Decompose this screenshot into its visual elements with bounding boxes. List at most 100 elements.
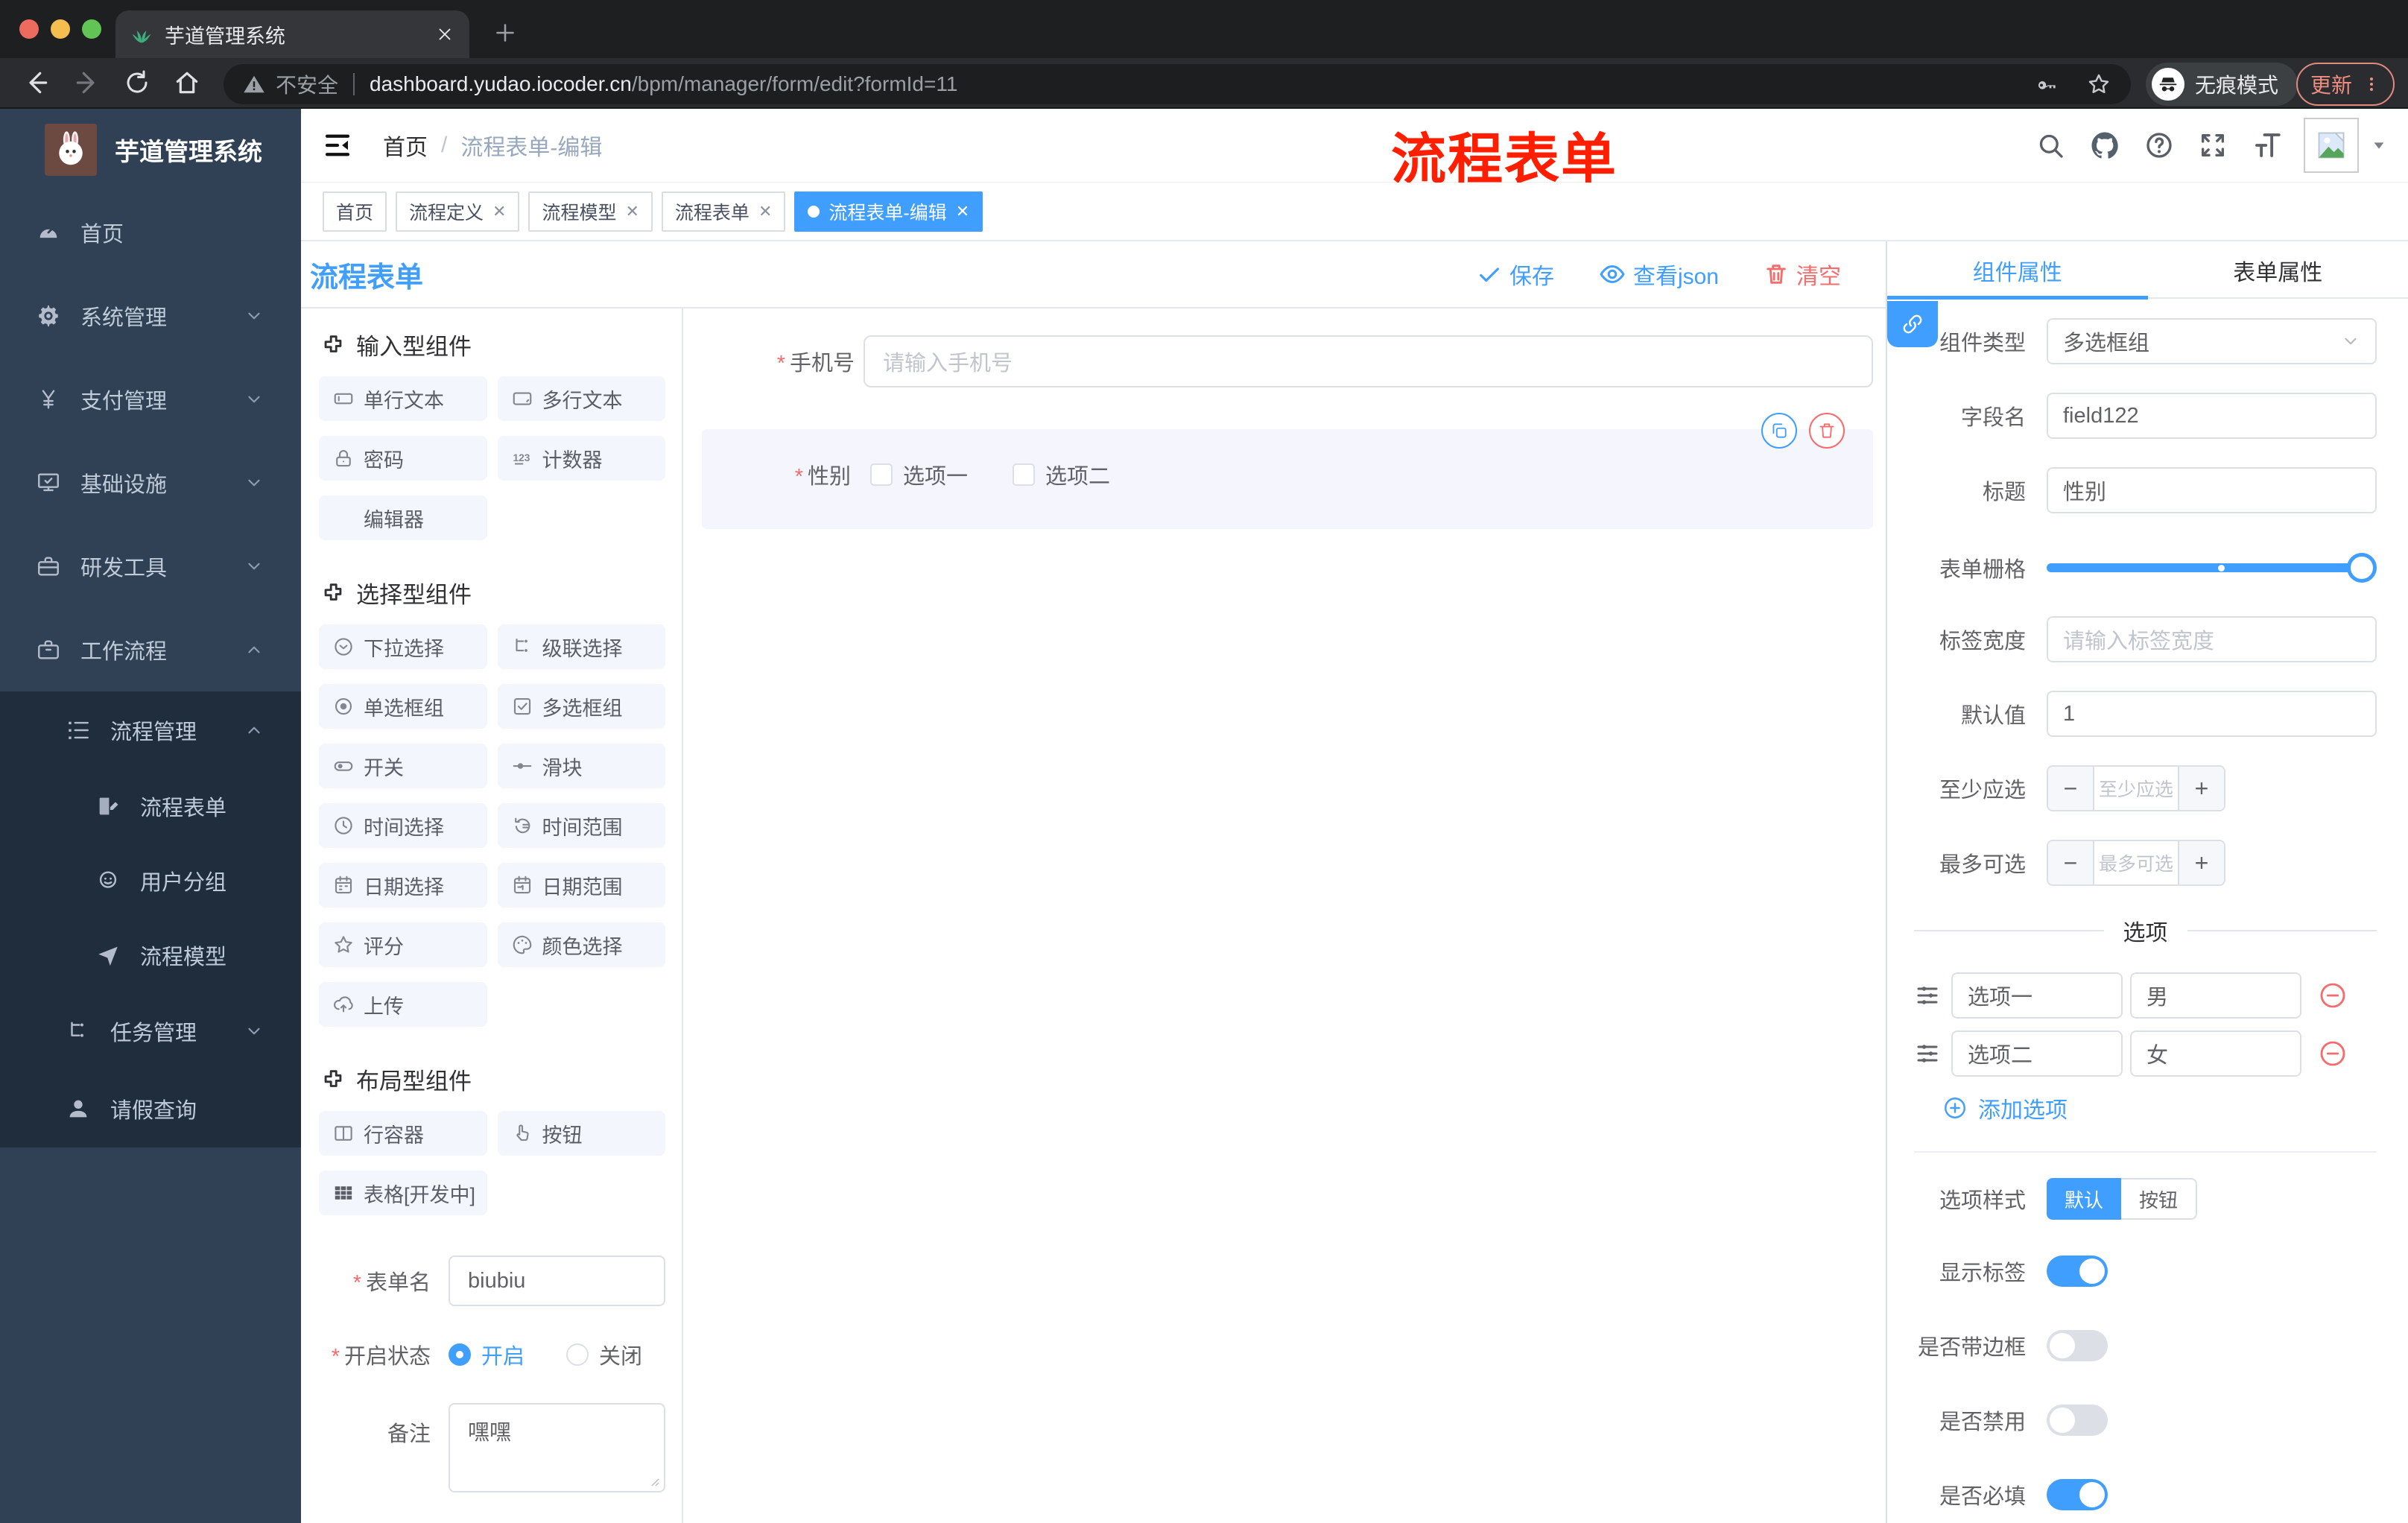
component-chip-select[interactable]: 下拉选择 bbox=[319, 624, 487, 669]
tab-close-icon[interactable] bbox=[435, 25, 454, 44]
sidebar-item-process-model[interactable]: 流程模型 bbox=[0, 918, 301, 992]
sidebar-item-leave-query[interactable]: 请假查询 bbox=[0, 1070, 301, 1147]
component-type-select[interactable]: 多选框组 bbox=[2047, 318, 2377, 364]
sidebar-logo[interactable]: 芋道管理系统 bbox=[0, 109, 301, 191]
drag-handle-icon[interactable] bbox=[1914, 1040, 1941, 1067]
show-label-toggle[interactable] bbox=[2047, 1256, 2108, 1287]
copy-component-button[interactable] bbox=[1761, 413, 1797, 449]
tag-home[interactable]: 首页 bbox=[323, 191, 387, 232]
stepper-plus-button[interactable]: + bbox=[2179, 767, 2224, 810]
delete-component-button[interactable] bbox=[1809, 413, 1845, 449]
sidebar-item-system[interactable]: 系统管理 bbox=[0, 274, 301, 358]
password-key-icon[interactable] bbox=[2035, 72, 2059, 96]
back-icon[interactable] bbox=[22, 69, 51, 97]
sidebar-item-payment[interactable]: 支付管理 bbox=[0, 358, 301, 441]
tag-close-icon[interactable]: ✕ bbox=[492, 202, 506, 221]
sidebar-item-home[interactable]: 首页 bbox=[0, 191, 301, 274]
label-width-input[interactable]: 请输入标签宽度 bbox=[2047, 616, 2377, 662]
option-label-input[interactable]: 选项二 bbox=[1951, 1030, 2123, 1077]
tag-close-icon[interactable]: ✕ bbox=[758, 202, 772, 221]
tag-close-icon[interactable]: ✕ bbox=[625, 202, 639, 221]
search-icon[interactable] bbox=[2035, 130, 2065, 160]
clear-button[interactable]: 清空 bbox=[1764, 258, 1841, 291]
component-chip-date-picker[interactable]: 日期选择 bbox=[319, 863, 487, 908]
stepper-input[interactable]: 最多可选 bbox=[2093, 841, 2179, 884]
component-chip-editor[interactable]: 编辑器 bbox=[319, 495, 487, 540]
sidebar-item-infrastructure[interactable]: 基础设施 bbox=[0, 441, 301, 525]
checkbox-option-one[interactable] bbox=[870, 463, 893, 486]
sidebar-item-process-form[interactable]: 流程表单 bbox=[0, 769, 301, 843]
selected-component-block[interactable]: * 性别 选项一 选项二 bbox=[702, 413, 1873, 529]
sidebar-item-devtools[interactable]: 研发工具 bbox=[0, 525, 301, 608]
status-radio-off[interactable]: 关闭 bbox=[566, 1339, 642, 1370]
stepper-plus-button[interactable]: + bbox=[2179, 841, 2224, 884]
component-chip-rate[interactable]: 评分 bbox=[319, 922, 487, 967]
border-toggle[interactable] bbox=[2047, 1330, 2108, 1361]
traffic-minimize-button[interactable] bbox=[51, 19, 70, 39]
component-chip-date-range[interactable]: 日期范围 bbox=[497, 863, 665, 908]
component-chip-checkbox-group[interactable]: 多选框组 bbox=[497, 684, 665, 729]
tab-form-props[interactable]: 表单属性 bbox=[2148, 241, 2408, 300]
disabled-toggle[interactable] bbox=[2047, 1405, 2108, 1436]
form-name-input[interactable]: biubiu bbox=[449, 1256, 665, 1306]
stepper-input[interactable]: 至少应选 bbox=[2093, 767, 2179, 810]
home-icon[interactable] bbox=[173, 69, 201, 97]
tag-close-icon[interactable]: ✕ bbox=[956, 202, 969, 221]
required-toggle[interactable] bbox=[2047, 1479, 2108, 1510]
canvas-phone-field[interactable]: * 手机号 请输入手机号 bbox=[683, 335, 1886, 387]
component-chip-switch[interactable]: 开关 bbox=[319, 744, 487, 788]
component-chip-time-range[interactable]: 时间范围 bbox=[497, 803, 665, 848]
component-chip-textarea[interactable]: 多行文本 bbox=[497, 376, 665, 421]
tab-component-props[interactable]: 组件属性 bbox=[1887, 241, 2148, 300]
style-default-button[interactable]: 默认 bbox=[2047, 1178, 2122, 1220]
address-bar[interactable]: 不安全 dashboard.yudao.iocoder.cn/bpm/manag… bbox=[224, 64, 2131, 104]
github-icon[interactable] bbox=[2089, 130, 2120, 161]
fullscreen-icon[interactable] bbox=[2198, 130, 2228, 160]
tag-process-definition[interactable]: 流程定义 ✕ bbox=[396, 191, 520, 232]
form-remark-textarea[interactable]: 嘿嘿 bbox=[449, 1403, 665, 1492]
component-chip-table-dev[interactable]: 表格[开发中] bbox=[319, 1171, 487, 1215]
sidebar-item-process-management[interactable]: 流程管理 bbox=[0, 691, 301, 769]
new-tab-button[interactable] bbox=[492, 19, 519, 50]
caret-down-icon[interactable] bbox=[2371, 137, 2387, 153]
breadcrumb-home[interactable]: 首页 bbox=[383, 129, 428, 162]
stepper-minus-button[interactable]: − bbox=[2048, 841, 2093, 884]
form-canvas[interactable]: * 手机号 请输入手机号 * 性别 选项一 选项二 bbox=[683, 308, 1886, 1523]
remove-option-icon[interactable] bbox=[2318, 1039, 2348, 1068]
component-chip-color-picker[interactable]: 颜色选择 bbox=[497, 922, 665, 967]
sidebar-item-workflow[interactable]: 工作流程 bbox=[0, 608, 301, 691]
font-size-icon[interactable] bbox=[2252, 130, 2283, 161]
tag-process-form[interactable]: 流程表单 ✕ bbox=[661, 191, 786, 232]
bookmark-star-icon[interactable] bbox=[2086, 72, 2111, 97]
save-button[interactable]: 保存 bbox=[1477, 258, 1554, 291]
hamburger-fold-icon[interactable] bbox=[322, 130, 353, 161]
component-chip-cascader[interactable]: 级联选择 bbox=[497, 624, 665, 669]
option-value-input[interactable]: 女 bbox=[2130, 1030, 2301, 1077]
title-input[interactable]: 性别 bbox=[2047, 467, 2377, 513]
traffic-zoom-button[interactable] bbox=[82, 19, 101, 39]
help-icon[interactable] bbox=[2144, 130, 2174, 160]
remove-option-icon[interactable] bbox=[2318, 981, 2348, 1010]
drag-handle-icon[interactable] bbox=[1914, 982, 1941, 1009]
component-chip-slider[interactable]: 滑块 bbox=[497, 744, 665, 788]
forward-icon[interactable] bbox=[73, 69, 101, 97]
component-chip-counter[interactable]: 123 计数器 bbox=[497, 436, 665, 481]
chrome-update-button[interactable]: 更新 bbox=[2296, 63, 2395, 106]
field-name-input[interactable]: field122 bbox=[2047, 393, 2377, 439]
component-chip-password[interactable]: 密码 bbox=[319, 436, 487, 481]
phone-input[interactable]: 请输入手机号 bbox=[864, 335, 1873, 387]
slider-handle[interactable] bbox=[2347, 553, 2377, 583]
browser-tab[interactable]: 芋道管理系统 bbox=[115, 10, 469, 58]
sidebar-item-task-management[interactable]: 任务管理 bbox=[0, 992, 301, 1070]
reload-icon[interactable] bbox=[124, 69, 150, 96]
option-value-input[interactable]: 男 bbox=[2130, 972, 2301, 1019]
component-chip-row-container[interactable]: 行容器 bbox=[319, 1111, 487, 1156]
traffic-close-button[interactable] bbox=[19, 19, 39, 39]
component-chip-time-picker[interactable]: 时间选择 bbox=[319, 803, 487, 848]
style-button-button[interactable]: 按钮 bbox=[2121, 1178, 2198, 1220]
component-chip-radio-group[interactable]: 单选框组 bbox=[319, 684, 487, 729]
option-label-input[interactable]: 选项一 bbox=[1951, 972, 2123, 1019]
component-chip-button[interactable]: 按钮 bbox=[497, 1111, 665, 1156]
component-chip-upload[interactable]: 上传 bbox=[319, 982, 487, 1027]
tag-process-form-edit[interactable]: 流程表单-编辑 ✕ bbox=[794, 191, 983, 232]
